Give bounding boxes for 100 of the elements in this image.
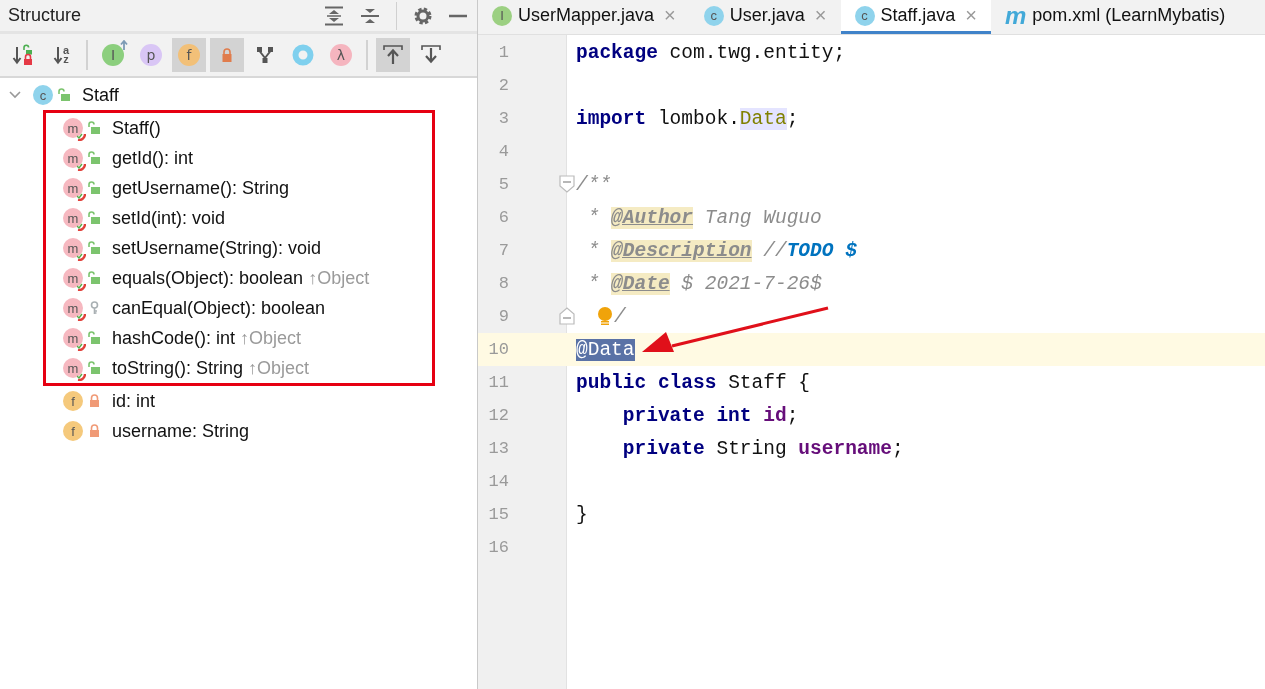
letter-badge-icon: f <box>178 44 200 66</box>
inherited-from: ↑Object <box>240 327 302 349</box>
inherited-from: ↑Object <box>248 357 310 379</box>
fork-icon <box>256 46 274 64</box>
line-number: 3 <box>497 109 509 128</box>
tree-item[interactable]: getUsername(): String <box>112 177 290 199</box>
toolbar-button[interactable]: f <box>172 38 206 72</box>
line-number: 9 <box>497 307 509 326</box>
chevron-down-icon[interactable] <box>8 90 22 100</box>
doc-comment: * <box>586 239 601 262</box>
open-lock-icon <box>58 88 71 102</box>
line-number: 12 <box>487 406 509 425</box>
tree-item[interactable]: Staff <box>82 84 119 106</box>
lock-icon <box>220 47 234 63</box>
selected-text: @Data <box>576 338 635 361</box>
doc-comment: * <box>586 206 601 229</box>
code-text: ; <box>892 437 904 460</box>
method-icon: m <box>63 298 83 318</box>
method-icon: m <box>63 268 83 288</box>
open-lock-icon <box>88 181 101 195</box>
doc-comment: Tang Wuguo <box>703 206 822 229</box>
code-text: lombok. <box>656 107 740 130</box>
keyword: import <box>576 107 647 130</box>
toolbar-button[interactable]: p <box>134 38 168 72</box>
tree-item[interactable]: Staff() <box>112 117 161 139</box>
highlighted-identifier: Data <box>739 107 787 130</box>
tree-item[interactable]: getId(): int <box>112 147 194 169</box>
open-lock-icon <box>88 241 101 255</box>
lock-icon <box>88 394 101 408</box>
panel-title: Structure <box>8 5 82 26</box>
tree-item[interactable]: toString(): String <box>112 357 244 379</box>
toolbar-button[interactable]: λ <box>324 38 358 72</box>
doc-comment: // <box>762 239 787 262</box>
editor-tab[interactable]: I UserMapper.java × <box>478 0 690 34</box>
toolbar-button[interactable] <box>376 38 410 72</box>
editor-tab[interactable]: c User.java × <box>689 0 841 34</box>
method-icon: m <box>63 328 83 348</box>
tree-item[interactable]: canEqual(Object): boolean <box>112 297 326 319</box>
line-number: 10 <box>487 340 509 359</box>
expand-all-icon[interactable] <box>324 5 344 26</box>
doc-comment: @Description <box>611 239 752 262</box>
field-name: id <box>762 404 787 427</box>
keyword: package <box>576 41 658 64</box>
sort-by-visibility-icon <box>12 44 34 66</box>
keyword: private int <box>621 404 752 427</box>
line-number: 15 <box>487 505 509 524</box>
code-text: } <box>576 503 588 526</box>
code-text: ; <box>786 404 799 427</box>
tree-item[interactable]: setUsername(String): void <box>112 237 322 259</box>
settings-icon[interactable] <box>413 5 433 26</box>
open-lock-icon <box>88 361 101 375</box>
line-number: 16 <box>487 538 509 557</box>
open-lock-icon <box>88 331 101 345</box>
editor-tab[interactable]: m pom.xml (LearnMybatis) <box>990 0 1240 34</box>
line-number: 4 <box>497 142 509 161</box>
maven-icon: m <box>1004 3 1027 28</box>
letter-badge-icon: p <box>140 44 162 66</box>
method-icon: m <box>63 118 83 138</box>
open-lock-icon <box>88 211 101 225</box>
doc-comment: / <box>614 305 626 328</box>
method-icon: m <box>63 358 83 378</box>
line-number: 5 <box>497 175 509 194</box>
line-number: 13 <box>487 439 509 458</box>
line-number: 6 <box>497 208 509 227</box>
code-text: String <box>715 437 788 460</box>
code-text: ; <box>786 107 799 130</box>
line-number: 1 <box>497 43 509 62</box>
code-text: Staff { <box>727 371 811 394</box>
method-icon: m <box>63 148 83 168</box>
method-icon: m <box>63 238 83 258</box>
field-icon: f <box>63 421 83 441</box>
inherited-from: ↑Object <box>308 267 370 289</box>
tree-item[interactable]: hashCode(): int <box>112 327 236 349</box>
method-icon: m <box>63 178 83 198</box>
interface-icon: I <box>492 5 512 26</box>
editor-tab[interactable]: c Staff.java × <box>840 0 991 34</box>
line-number: 14 <box>487 472 509 491</box>
tree-item[interactable]: id: int <box>112 390 156 412</box>
tree-item[interactable]: setId(int): void <box>112 207 226 229</box>
class-icon: c <box>33 85 53 105</box>
tree-item[interactable]: username: String <box>112 420 250 442</box>
field-name: username <box>798 437 892 460</box>
class-icon: c <box>854 5 875 26</box>
autoscroll-to-source-icon <box>383 45 403 65</box>
keyword: public class <box>576 371 717 394</box>
minimize-icon[interactable] <box>449 13 467 18</box>
line-number: 8 <box>497 274 509 293</box>
line-number: 11 <box>487 373 509 392</box>
toolbar-button[interactable]: a z <box>44 38 78 72</box>
autoscroll-from-source-icon <box>421 45 441 65</box>
tree-item[interactable]: equals(Object): boolean <box>112 267 304 289</box>
doc-comment: @Date <box>611 272 670 295</box>
open-lock-icon <box>88 121 101 135</box>
doc-comment: $ 2021-7-26$ <box>680 272 822 295</box>
method-icon: m <box>63 208 83 228</box>
class-icon: c <box>703 5 724 26</box>
line-number: 7 <box>497 241 509 260</box>
toolbar-button[interactable]: I <box>96 38 130 72</box>
open-lock-icon <box>88 271 101 285</box>
doc-comment: /** <box>576 173 612 196</box>
